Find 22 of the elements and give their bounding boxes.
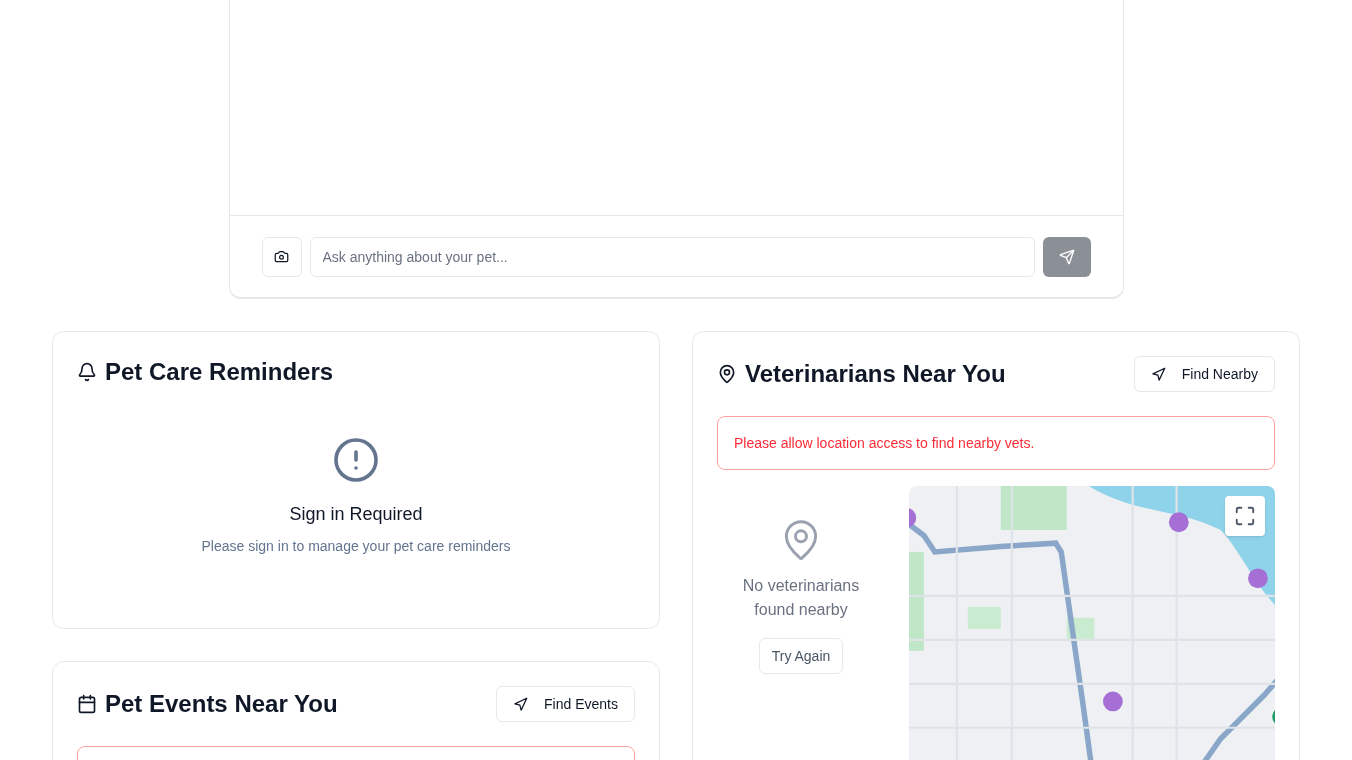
alert-icon [332, 436, 380, 484]
empty-state-message: No veterinarians found nearby [741, 576, 861, 620]
navigation-icon [1150, 366, 1166, 382]
camera-button[interactable] [261, 236, 302, 277]
fullscreen-button[interactable] [1225, 496, 1265, 536]
alert-message: Please allow location access to find nearby vets. [717, 416, 1275, 470]
calendar-icon [77, 694, 97, 714]
card-title: Veterinarians Near You [745, 359, 1006, 389]
find-events-button[interactable]: Find Events [496, 686, 635, 722]
fullscreen-icon [1234, 505, 1256, 527]
try-again-button[interactable]: Try Again [758, 638, 844, 674]
empty-state-message: Please sign in to manage your pet care reminders [201, 537, 511, 556]
navigation-icon [513, 696, 529, 712]
card-title: Pet Care Reminders [105, 357, 334, 387]
empty-state-title: Sign in Required [289, 503, 423, 526]
find-nearby-button[interactable]: Find Nearby [1133, 356, 1275, 392]
bell-icon [77, 362, 97, 382]
message-input[interactable]: Ask anything about your pet... [309, 236, 1035, 277]
send-icon [1058, 248, 1075, 265]
camera-icon [274, 249, 289, 264]
map-pin-icon [717, 364, 737, 384]
card-title: Pet Events Near You [105, 689, 338, 719]
